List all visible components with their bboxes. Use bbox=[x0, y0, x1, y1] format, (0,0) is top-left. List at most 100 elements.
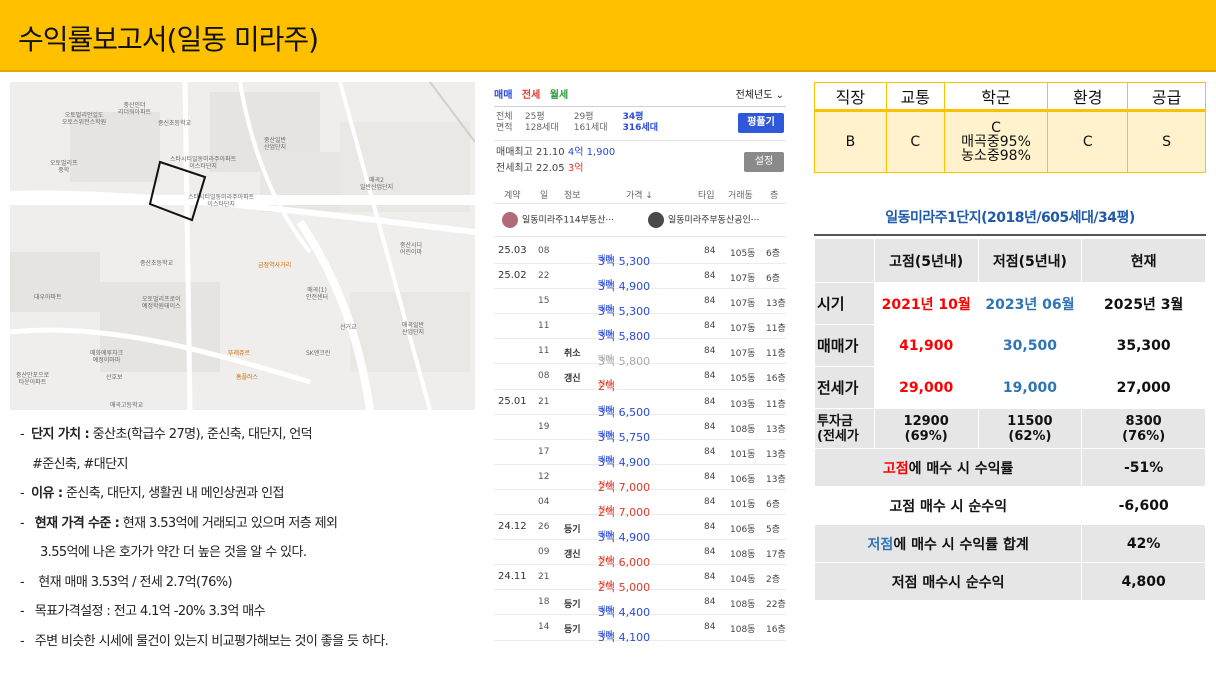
row-label: 전세가 bbox=[814, 366, 875, 409]
row-info: 갱신 bbox=[564, 550, 581, 561]
row-day: 08 bbox=[538, 371, 550, 382]
table-row[interactable]: 12 전세 2억 7,000 84 106동 13층 bbox=[494, 465, 786, 494]
row-day: 11 bbox=[538, 321, 550, 332]
row-building: 101동 bbox=[730, 499, 756, 510]
now-value: 8300 (76%) bbox=[1081, 408, 1206, 449]
row-floor: 17층 bbox=[766, 550, 786, 561]
row-day: 17 bbox=[538, 446, 550, 457]
table-row[interactable]: 25.01 21 매매 3억 6,500 84 103동 11층 bbox=[494, 390, 786, 419]
tab-sale[interactable]: 매매 bbox=[494, 90, 512, 101]
row-size: 84 bbox=[704, 396, 716, 407]
row-day: 14 bbox=[538, 622, 550, 633]
note-target-price: - 목표가격설정 : 전고 4.1억 -20% 3.3억 매수 bbox=[20, 604, 266, 619]
tab-jeonse[interactable]: 전세 bbox=[522, 90, 540, 101]
map-label: 오토멀리언일도 오토스위전스학원 bbox=[62, 112, 107, 126]
row-floor: 6층 bbox=[766, 249, 781, 259]
score-header: 교통 bbox=[885, 82, 945, 112]
map-label: 중산인더 리더워아파트 bbox=[118, 102, 152, 116]
row-info: 취소 bbox=[564, 349, 581, 360]
col-low: 저점(5년내) bbox=[977, 238, 1083, 283]
now-value: 27,000 bbox=[1081, 366, 1206, 409]
pyeong-button[interactable]: 평풀기 bbox=[738, 113, 784, 133]
row-building: 108동 bbox=[730, 625, 756, 636]
summary-label: 고점에 매수 시 수익률 bbox=[813, 448, 1083, 487]
year-select[interactable]: 전체년도 ⌄ bbox=[736, 86, 784, 101]
row-day: 12 bbox=[538, 471, 550, 482]
table-row[interactable]: 25.03 08 매매 3억 5,300 84 105동 6층 bbox=[494, 239, 786, 268]
row-floor: 13층 bbox=[766, 299, 786, 310]
score-header: 직장 bbox=[814, 82, 887, 112]
row-month: 24.12 bbox=[498, 521, 527, 533]
table-row[interactable]: 04 전세 2억 7,000 84 101동 6층 bbox=[494, 490, 786, 519]
summary-value: 42% bbox=[1081, 524, 1206, 563]
avatar bbox=[648, 212, 664, 228]
row-floor: 11층 bbox=[766, 349, 786, 360]
row-month: 25.02 bbox=[498, 270, 527, 282]
row-building: 107동 bbox=[730, 349, 756, 360]
row-size: 84 bbox=[704, 321, 716, 332]
table-row[interactable]: 15 매매 3억 5,300 84 107동 13층 bbox=[494, 289, 786, 318]
score-value: B bbox=[814, 110, 887, 173]
summary-value: -6,600 bbox=[1081, 486, 1206, 525]
row-size: 84 bbox=[704, 597, 716, 608]
note-comparison: - 주변 비슷한 시세에 물건이 있는지 비교평가해보는 것이 좋을 듯 하다. bbox=[20, 633, 389, 649]
tab-monthly[interactable]: 월세 bbox=[550, 90, 568, 101]
row-day: 19 bbox=[538, 421, 550, 432]
high-value: 41,900 bbox=[873, 324, 979, 367]
agents-row: 일동미라주114부동산··· 일동미라주부동산공인··· bbox=[498, 208, 786, 234]
low-value: 19,000 bbox=[977, 366, 1083, 409]
row-building: 105동 bbox=[730, 374, 756, 385]
low-value: 30,500 bbox=[977, 324, 1083, 367]
agent-item[interactable]: 일동미라주114부동산··· bbox=[502, 212, 614, 228]
return-table-title: 일동미라주1단지(2018년/605세대/34평) bbox=[814, 200, 1206, 236]
map-label: 중산시디 어린이마 bbox=[400, 242, 423, 256]
low-value: 11500 (62%) bbox=[977, 408, 1083, 449]
map-label: 중산일반 산업단지 bbox=[264, 137, 287, 151]
low-value: 2023년 06월 bbox=[977, 282, 1083, 325]
summary-label: 저점에 매수 시 수익률 합계 bbox=[813, 524, 1083, 563]
row-floor: 11층 bbox=[766, 324, 786, 335]
note-complex-tags: #준신축, #대단지 bbox=[32, 456, 128, 472]
table-row[interactable]: 11 매매 3억 5,800 84 107동 11층 bbox=[494, 314, 786, 343]
row-size: 84 bbox=[704, 622, 716, 633]
table-row[interactable]: 11 취소 매매 3억 5,800 84 107동 11층 bbox=[494, 339, 786, 368]
score-value: C bbox=[885, 110, 945, 173]
row-info: 등기 bbox=[564, 625, 581, 636]
table-row[interactable]: 18 등기 매매 3억 4,400 84 108동 22층 bbox=[494, 590, 786, 619]
size-option-29[interactable]: 29평 bbox=[574, 112, 620, 123]
table-row[interactable]: 17 매매 3억 4,900 84 101동 13층 bbox=[494, 440, 786, 469]
map-label: 오토멀리프 중학 bbox=[50, 160, 78, 174]
table-row[interactable]: 14 등기 매매 3억 4,100 84 108동 16층 bbox=[494, 615, 786, 644]
row-building: 103동 bbox=[730, 399, 756, 410]
size-option-25[interactable]: 25평 bbox=[525, 112, 571, 123]
map-label: 매곡일반 산업단지 bbox=[402, 322, 425, 336]
map-label: 오토멀리프로이 예정학원테이스 bbox=[142, 296, 181, 310]
row-day: 09 bbox=[538, 547, 550, 558]
table-row[interactable]: 25.02 22 매매 3억 4,900 84 107동 6층 bbox=[494, 264, 786, 293]
avatar bbox=[502, 212, 518, 228]
map-view[interactable]: 중산인더 리더워아파트 오토멀리언일도 오토스위전스학원 중신초등학교 오토멀리… bbox=[10, 82, 475, 410]
note-current-price: - 현재 매매 3.53억 / 전세 2.7억(76%) bbox=[20, 574, 233, 590]
table-row[interactable]: 08 갱신 전세 2억 84 105동 16층 bbox=[494, 364, 786, 393]
table-row[interactable]: 24.11 21 전세 2억 5,000 84 104동 2층 bbox=[494, 565, 786, 594]
row-month: 25.01 bbox=[498, 395, 527, 407]
size-option-34[interactable]: 34평 bbox=[623, 112, 669, 123]
row-size: 84 bbox=[704, 496, 716, 507]
settings-button[interactable]: 설정 bbox=[744, 152, 784, 172]
agent-item[interactable]: 일동미라주부동산공인··· bbox=[648, 212, 759, 228]
table-row[interactable]: 19 매매 3억 5,750 84 108동 13층 bbox=[494, 415, 786, 444]
map-label: 매곡고등학교 bbox=[110, 402, 144, 409]
row-size: 84 bbox=[704, 572, 716, 583]
row-label: 투자금 (전세가 bbox=[814, 408, 875, 449]
table-row[interactable]: 09 갱신 전세 2억 6,000 84 108동 17층 bbox=[494, 540, 786, 569]
row-building: 107동 bbox=[730, 324, 756, 335]
row-building: 108동 bbox=[730, 424, 756, 435]
table-row[interactable]: 24.12 26 등기 매매 3억 4,900 84 106동 5층 bbox=[494, 515, 786, 544]
row-month: 25.03 bbox=[498, 245, 527, 256]
note-price-level: - 현재 가격 수준 : 현재 3.53억에 거래되고 있으며 저층 제외 bbox=[20, 515, 338, 531]
row-floor: 5층 bbox=[766, 525, 781, 536]
row-day: 08 bbox=[538, 246, 550, 256]
row-label: 시기 bbox=[814, 282, 875, 325]
row-day: 21 bbox=[538, 572, 550, 583]
row-size: 84 bbox=[704, 446, 716, 457]
